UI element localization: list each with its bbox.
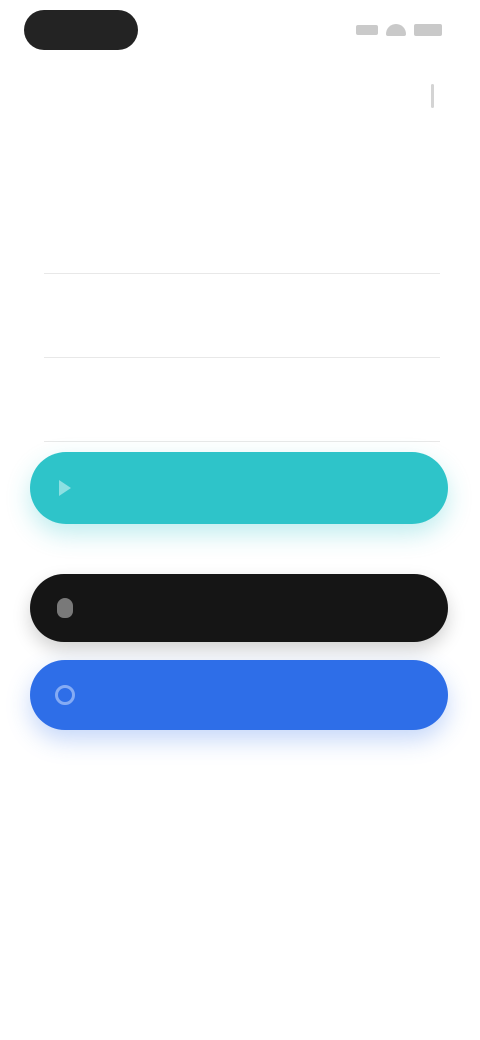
screen — [0, 0, 480, 1040]
status-bar — [0, 0, 480, 64]
primary-button[interactable] — [30, 452, 448, 524]
arrow-icon — [52, 475, 78, 501]
signal-icon — [356, 25, 378, 35]
form-field[interactable] — [44, 280, 440, 364]
more-button[interactable] — [410, 74, 454, 118]
more-icon — [430, 84, 434, 108]
apple-signin-button[interactable] — [30, 574, 448, 642]
apple-icon — [52, 595, 78, 621]
field-underline — [44, 441, 440, 442]
status-icons — [356, 22, 442, 38]
google-signin-button[interactable] — [30, 660, 448, 730]
form-field[interactable] — [44, 196, 440, 280]
status-pill — [24, 10, 138, 50]
google-icon — [52, 682, 78, 708]
field-underline — [44, 273, 440, 274]
wifi-icon — [386, 24, 406, 36]
header — [0, 64, 480, 124]
signin-form — [44, 196, 440, 448]
field-underline — [44, 357, 440, 358]
form-field[interactable] — [44, 364, 440, 448]
battery-icon — [414, 24, 442, 36]
